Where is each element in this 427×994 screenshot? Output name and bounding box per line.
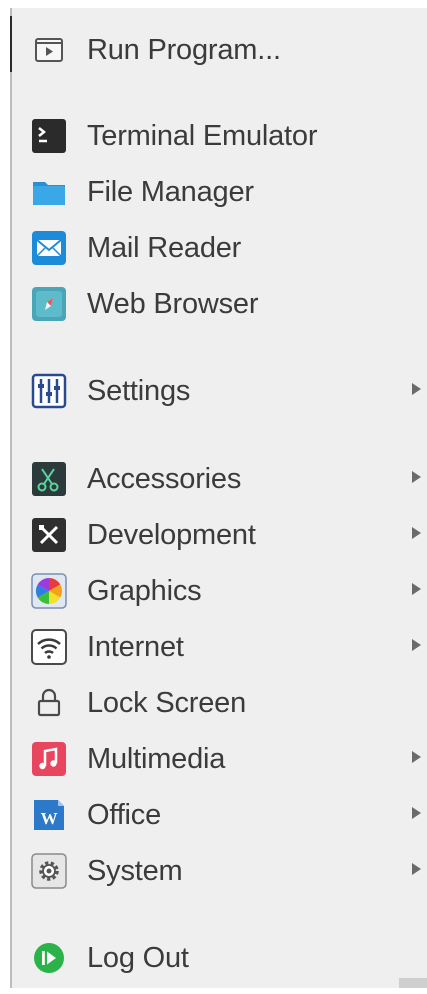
menu-item-label: Office bbox=[87, 799, 162, 831]
menu-item-label: Internet bbox=[87, 631, 184, 663]
menu-item-run-program[interactable]: Run Program... bbox=[12, 21, 427, 73]
terminal-icon bbox=[30, 117, 68, 155]
menu-item-label: Run Program... bbox=[87, 34, 281, 66]
menu-item-label: Lock Screen bbox=[87, 687, 246, 719]
menu-item-settings[interactable]: Settings bbox=[12, 362, 427, 414]
folder-icon bbox=[30, 173, 68, 211]
svg-text:W: W bbox=[41, 809, 58, 828]
multimedia-icon bbox=[30, 740, 68, 778]
menu-item-multimedia[interactable]: Multimedia bbox=[12, 730, 427, 782]
menu-item-internet[interactable]: Internet bbox=[12, 618, 427, 670]
menu-item-label: Log Out bbox=[87, 942, 189, 974]
menu-item-system[interactable]: System bbox=[12, 842, 427, 894]
run-program-icon bbox=[30, 31, 68, 69]
menu-resize-grip[interactable] bbox=[399, 978, 427, 988]
submenu-arrow-icon bbox=[412, 751, 421, 763]
log-out-icon bbox=[30, 939, 68, 977]
lock-icon bbox=[30, 684, 68, 722]
menu-item-label: Terminal Emulator bbox=[87, 120, 318, 152]
menu-item-terminal-emulator[interactable]: Terminal Emulator bbox=[12, 107, 427, 159]
submenu-arrow-icon bbox=[412, 471, 421, 483]
submenu-arrow-icon bbox=[412, 863, 421, 875]
menu-item-label: Graphics bbox=[87, 575, 202, 607]
menu-item-development[interactable]: Development bbox=[12, 506, 427, 558]
menu-item-graphics[interactable]: Graphics bbox=[12, 562, 427, 614]
submenu-arrow-icon bbox=[412, 807, 421, 819]
menu-item-label: Development bbox=[87, 519, 256, 551]
menu-item-office[interactable]: W Office bbox=[12, 786, 427, 838]
internet-icon bbox=[30, 628, 68, 666]
graphics-icon bbox=[30, 572, 68, 610]
menu-item-file-manager[interactable]: File Manager bbox=[12, 163, 427, 215]
web-browser-icon bbox=[30, 285, 68, 323]
menu-item-label: System bbox=[87, 855, 183, 887]
menu-item-accessories[interactable]: Accessories bbox=[12, 450, 427, 502]
menu-item-label: Web Browser bbox=[87, 288, 259, 320]
menu-item-label: Accessories bbox=[87, 463, 242, 495]
menu-item-label: File Manager bbox=[87, 176, 254, 208]
menu-item-label: Multimedia bbox=[87, 743, 226, 775]
system-icon bbox=[30, 852, 68, 890]
submenu-arrow-icon bbox=[412, 383, 421, 395]
menu-item-label: Settings bbox=[87, 375, 191, 407]
menu-item-web-browser[interactable]: Web Browser bbox=[12, 275, 427, 327]
menu-item-log-out[interactable]: Log Out bbox=[12, 929, 427, 981]
settings-icon bbox=[30, 372, 68, 410]
submenu-arrow-icon bbox=[412, 583, 421, 595]
menu-item-label: Mail Reader bbox=[87, 232, 242, 264]
development-icon bbox=[30, 516, 68, 554]
menu-item-lock-screen[interactable]: Lock Screen bbox=[12, 674, 427, 726]
application-menu: Run Program... Terminal Emulator File Ma… bbox=[10, 8, 427, 988]
office-icon: W bbox=[30, 796, 68, 834]
submenu-arrow-icon bbox=[412, 639, 421, 651]
submenu-arrow-icon bbox=[412, 527, 421, 539]
accessories-icon bbox=[30, 460, 68, 498]
mail-icon bbox=[30, 229, 68, 267]
menu-item-mail-reader[interactable]: Mail Reader bbox=[12, 219, 427, 271]
